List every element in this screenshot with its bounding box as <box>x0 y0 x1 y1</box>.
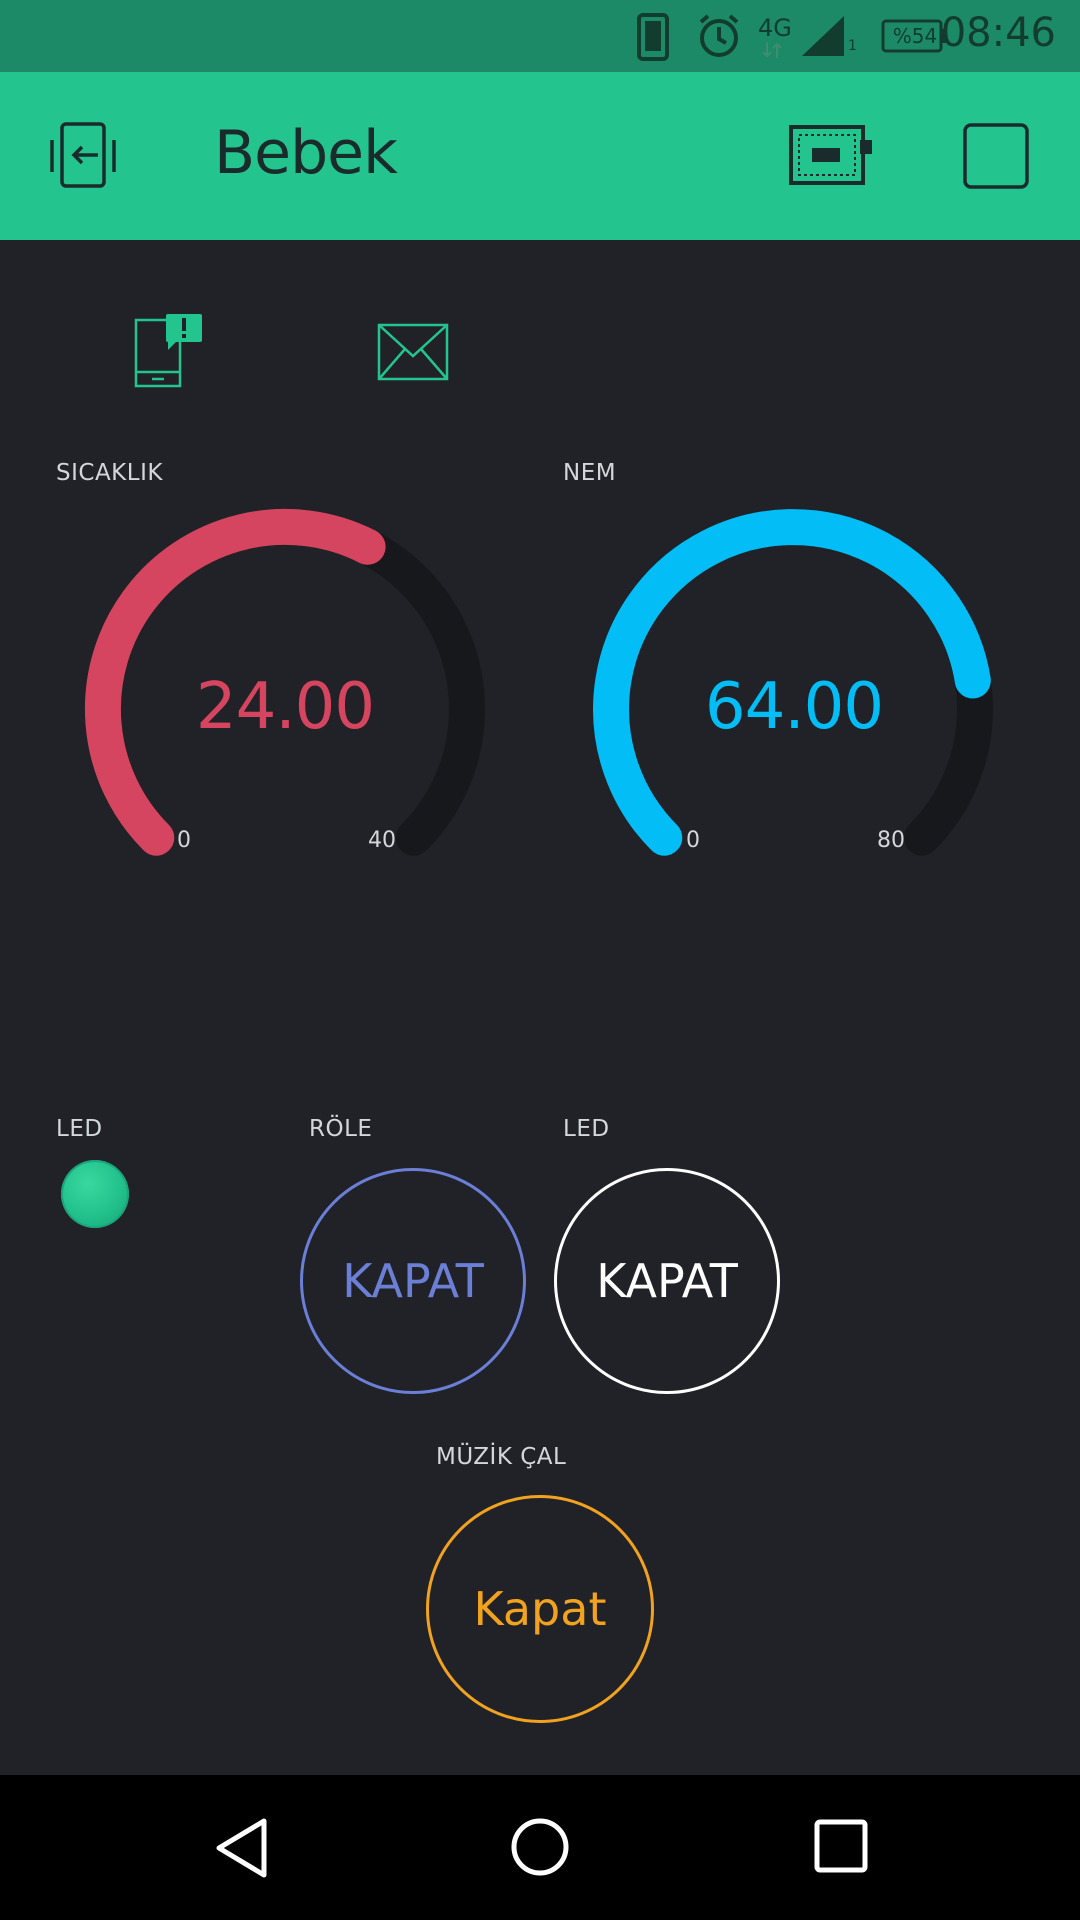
app-bar: Bebek <box>0 72 1080 240</box>
gauge-max-temperature: 40 <box>368 828 396 853</box>
gauge-value-humidity: 64.00 <box>704 670 884 744</box>
gauge-max-humidity: 80 <box>877 828 905 853</box>
app-title: Bebek <box>214 118 398 188</box>
gauge-min-temperature: 0 <box>177 828 191 853</box>
gauge-label-humidity: NEM <box>563 460 617 486</box>
role-off-button[interactable]: KAPAT <box>300 1168 526 1394</box>
back-icon[interactable] <box>214 1817 270 1879</box>
square-icon[interactable] <box>962 122 1030 190</box>
led-label: LED <box>56 1116 103 1142</box>
status-bar: 4G 1 %54 08:46 <box>0 0 1080 72</box>
device-icon[interactable] <box>788 124 874 186</box>
led-indicator <box>61 1160 129 1228</box>
gauge-value-temperature: 24.00 <box>195 670 375 744</box>
led-off-button[interactable]: KAPAT <box>554 1168 780 1394</box>
role-button-label: KAPAT <box>342 1254 484 1308</box>
battery-percent: %54 <box>892 24 938 48</box>
music-label: MÜZİK ÇAL <box>436 1444 567 1470</box>
recents-icon[interactable] <box>814 1819 868 1873</box>
role-label: RÖLE <box>309 1116 373 1142</box>
music-button-label: Kapat <box>473 1582 607 1636</box>
phone-icon <box>637 13 669 61</box>
mail-icon[interactable] <box>376 322 450 382</box>
phone-notification-icon[interactable] <box>132 312 204 390</box>
alarm-icon <box>699 14 739 57</box>
clock: 08:46 <box>940 10 1056 56</box>
network-type: 4G <box>758 14 792 42</box>
gauge-label-temperature: SICAKLIK <box>56 460 163 486</box>
signal-sub: 1 <box>848 38 857 54</box>
led-button-label: KAPAT <box>596 1254 738 1308</box>
navigation-bar <box>0 1775 1080 1920</box>
music-off-button[interactable]: Kapat <box>426 1495 654 1723</box>
data-arrows-icon <box>762 42 782 58</box>
gauge-min-humidity: 0 <box>686 828 700 853</box>
home-icon[interactable] <box>510 1817 570 1877</box>
led2-label: LED <box>563 1116 610 1142</box>
signal-icon <box>802 16 844 56</box>
exit-icon[interactable] <box>48 122 120 190</box>
